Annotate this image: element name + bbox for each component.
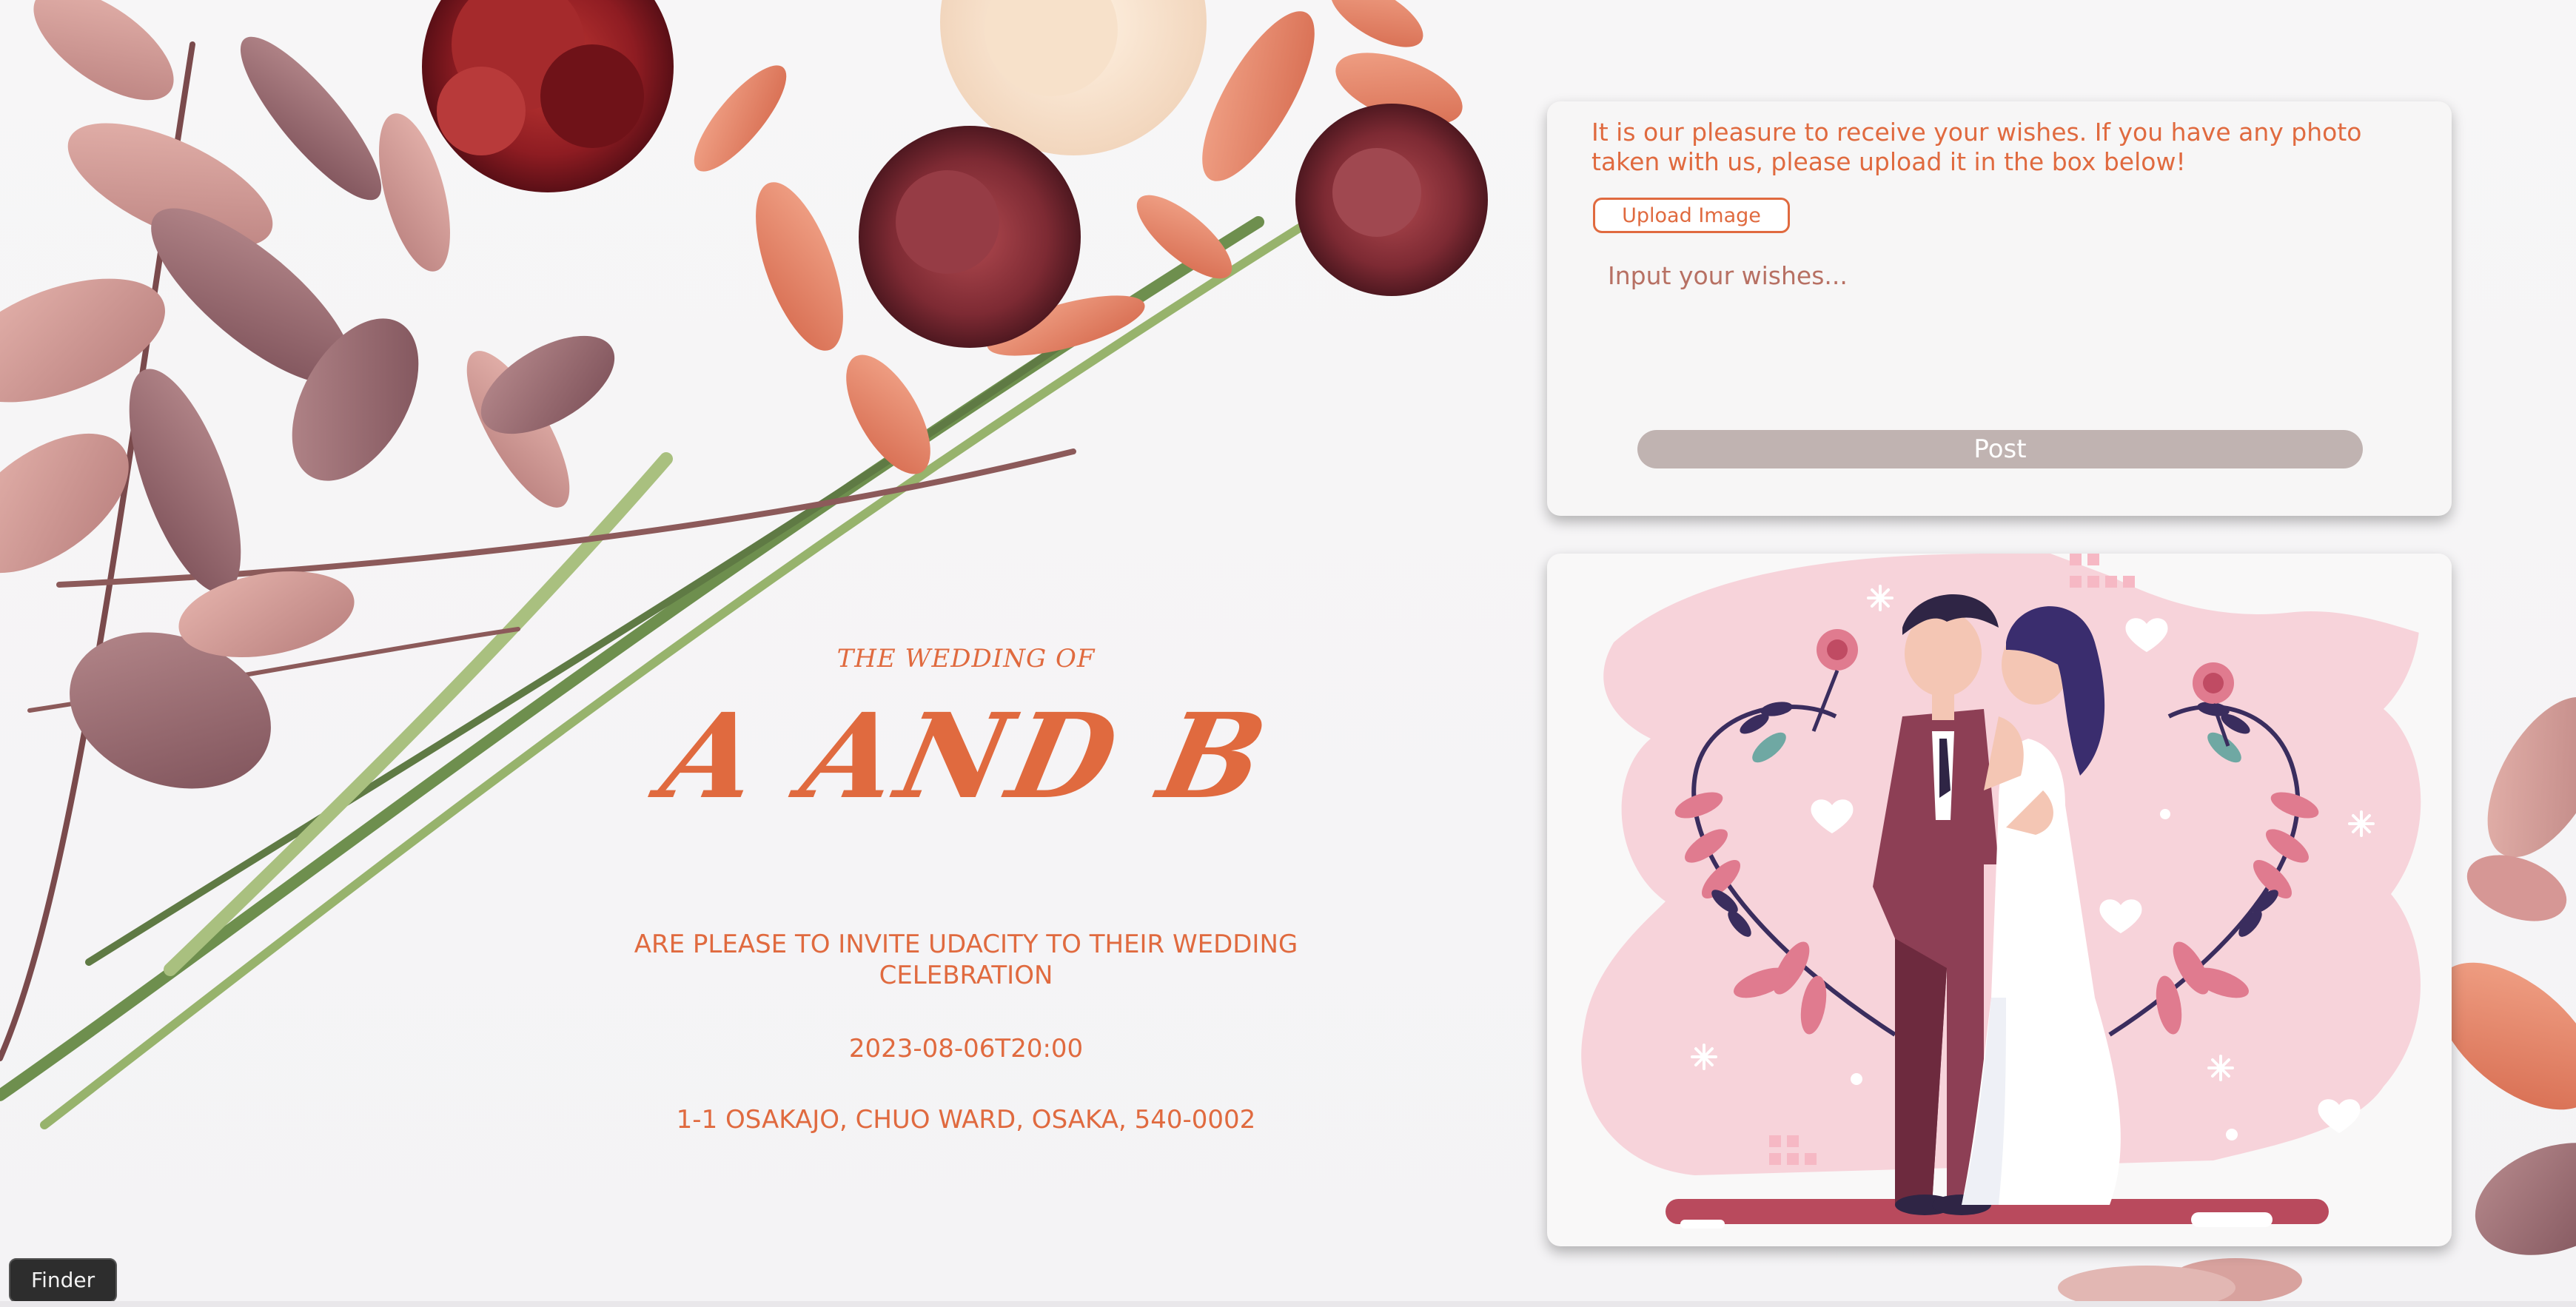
- wishes-input[interactable]: [1593, 249, 2407, 368]
- post-button[interactable]: Post: [1637, 430, 2363, 468]
- wishes-card: It is our pleasure to receive your wishe…: [1547, 101, 2452, 516]
- invitation-address: 1-1 OSAKAJO, CHUO WARD, OSAKA, 540-0002: [676, 1105, 1256, 1135]
- couple-illustration-card: [1547, 554, 2452, 1246]
- couple-names: A AND B: [651, 688, 1281, 825]
- invitation-block: THE WEDDING OF A AND B ARE PLEASE TO INV…: [518, 644, 1414, 1135]
- wishes-intro-text: It is our pleasure to receive your wishe…: [1591, 118, 2362, 176]
- upload-image-button[interactable]: Upload Image: [1593, 198, 1790, 233]
- finder-tooltip: Finder: [9, 1258, 118, 1307]
- invitation-message: ARE PLEASE TO INVITE UDACITY TO THEIR WE…: [634, 930, 1298, 990]
- invitation-datetime: 2023-08-06T20:00: [848, 1034, 1084, 1064]
- dock-edge: [0, 1301, 2576, 1307]
- invitation-subtitle: THE WEDDING OF: [836, 644, 1096, 673]
- wedding-couple-illustration-icon: [1581, 554, 2452, 1229]
- wedding-invitation-page: THE WEDDING OF A AND B ARE PLEASE TO INV…: [0, 0, 2576, 1307]
